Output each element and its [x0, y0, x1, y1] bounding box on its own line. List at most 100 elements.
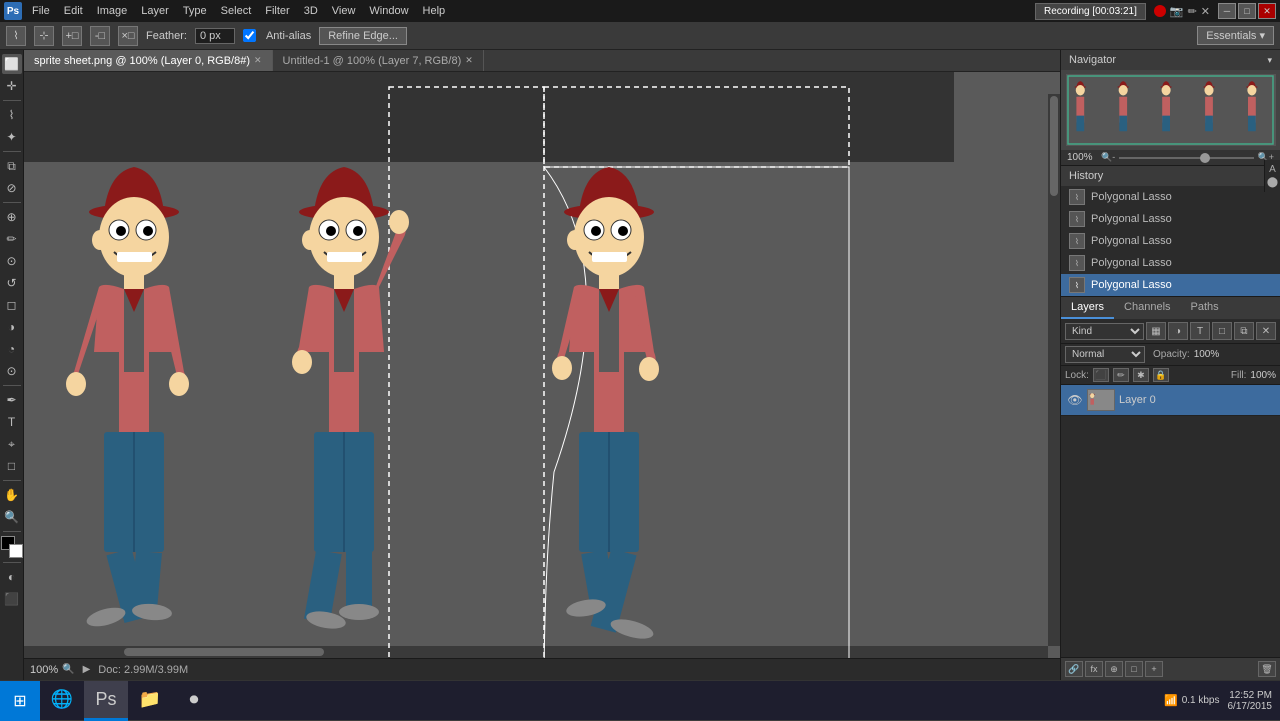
start-button[interactable]: ⊞ [0, 681, 40, 721]
close-tab-spritesheet[interactable]: ✕ [254, 55, 262, 66]
layer-row-0[interactable]: 👁 Layer 0 [1061, 385, 1280, 416]
close-button[interactable]: ✕ [1258, 3, 1276, 19]
history-item-2[interactable]: ⌇ Polygonal Lasso [1061, 208, 1280, 230]
canvas-wrapper[interactable] [24, 72, 1060, 658]
healing-tool[interactable]: ⊕ [2, 207, 22, 227]
intersect-icon[interactable]: ×□ [118, 26, 138, 46]
menu-type[interactable]: Type [177, 3, 213, 19]
link-layers-button[interactable]: 🔗 [1065, 661, 1083, 677]
menu-edit[interactable]: Edit [58, 3, 89, 19]
layers-tool-filter[interactable]: ▦ [1146, 322, 1166, 340]
menu-view[interactable]: View [326, 3, 362, 19]
zoom-tool[interactable]: 🔍 [2, 507, 22, 527]
brush-icon[interactable]: ✏ [1188, 5, 1197, 18]
new-fill-button[interactable]: ⊕ [1105, 661, 1123, 677]
tab-paths[interactable]: Paths [1181, 297, 1229, 319]
history-brush-tool[interactable]: ↺ [2, 273, 22, 293]
play-button[interactable]: ▶ [83, 664, 91, 675]
menu-filter[interactable]: Filter [259, 3, 295, 19]
type-tool[interactable]: T [2, 412, 22, 432]
history-item-3[interactable]: ⌇ Polygonal Lasso [1061, 230, 1280, 252]
feather-input[interactable] [195, 28, 235, 44]
menu-file[interactable]: File [26, 3, 56, 19]
history-header[interactable]: History ▾ [1061, 166, 1280, 186]
horizontal-scroll-thumb[interactable] [124, 648, 324, 656]
layers-kind-dropdown[interactable]: Kind [1065, 323, 1144, 340]
canvas-tab-spritesheet[interactable]: sprite sheet.png @ 100% (Layer 0, RGB/8#… [24, 50, 273, 71]
layer-fx-button[interactable]: fx [1085, 661, 1103, 677]
close-tab-untitled[interactable]: ✕ [465, 55, 473, 66]
quick-mask-tool[interactable]: ◐ [2, 567, 22, 587]
menu-image[interactable]: Image [91, 3, 134, 19]
refine-edge-button[interactable]: Refine Edge... [319, 27, 407, 45]
anti-alias-checkbox[interactable] [243, 29, 256, 42]
stamp-tool[interactable]: ⊙ [2, 251, 22, 271]
canvas-tab-untitled[interactable]: Untitled-1 @ 100% (Layer 7, RGB/8) ✕ [273, 50, 484, 71]
minimize-button[interactable]: ─ [1218, 3, 1236, 19]
taskbar-explorer[interactable]: 📁 [128, 681, 172, 721]
tab-channels[interactable]: Channels [1114, 297, 1180, 319]
zoom-out-icon[interactable]: 🔍- [1101, 152, 1115, 163]
foreground-background-colors[interactable] [1, 536, 23, 558]
lock-position-icon[interactable]: ✱ [1133, 368, 1149, 382]
menu-help[interactable]: Help [417, 3, 452, 19]
path-tool[interactable]: ⌖ [2, 434, 22, 454]
layers-tool-toggle[interactable]: ✕ [1256, 322, 1276, 340]
brush-tool[interactable]: ✏ [2, 229, 22, 249]
taskbar-record[interactable]: ⏺ [172, 681, 216, 721]
layers-tool-smart[interactable]: ⧉ [1234, 322, 1254, 340]
layers-tool-type[interactable]: T [1190, 322, 1210, 340]
subtract-icon[interactable]: -□ [90, 26, 110, 46]
lock-all-icon[interactable]: 🔒 [1153, 368, 1169, 382]
new-group-button[interactable]: □ [1125, 661, 1143, 677]
pen-tool[interactable]: ✒ [2, 390, 22, 410]
layer-visibility-toggle[interactable]: 👁 [1067, 392, 1083, 408]
horizontal-scrollbar[interactable] [24, 646, 1048, 658]
delete-layer-button[interactable]: 🗑 [1258, 661, 1276, 677]
close-recording-icon[interactable]: ✕ [1201, 5, 1210, 18]
move-tool[interactable]: ✛ [2, 76, 22, 96]
menu-layer[interactable]: Layer [135, 3, 175, 19]
lock-image-icon[interactable]: ✏ [1113, 368, 1129, 382]
history-item-4[interactable]: ⌇ Polygonal Lasso [1061, 252, 1280, 274]
crop-tool[interactable]: ⧉ [2, 156, 22, 176]
history-item-1[interactable]: ⌇ Polygonal Lasso [1061, 186, 1280, 208]
record-dot[interactable] [1154, 5, 1166, 17]
navigator-header[interactable]: Navigator ▾ [1061, 50, 1280, 70]
layers-tool-adjustment[interactable]: ◑ [1168, 322, 1188, 340]
gradient-tool[interactable]: ◑ [2, 317, 22, 337]
panel-color-icon[interactable]: ⬤ [1267, 177, 1278, 188]
navigator-zoom-handle[interactable] [1200, 153, 1210, 163]
layers-tool-shape[interactable]: □ [1212, 322, 1232, 340]
maximize-button[interactable]: □ [1238, 3, 1256, 19]
add-icon[interactable]: +□ [62, 26, 82, 46]
layer-mode-dropdown[interactable]: Normal [1065, 346, 1145, 363]
navigator-zoom-slider[interactable] [1119, 157, 1253, 159]
menu-3d[interactable]: 3D [298, 3, 324, 19]
lasso-tool[interactable]: ⌇ [2, 105, 22, 125]
dodge-tool[interactable]: ⊙ [2, 361, 22, 381]
panel-collapse-icon[interactable]: A [1269, 164, 1276, 175]
new-layer-button[interactable]: + [1145, 661, 1163, 677]
shape-tool[interactable]: □ [2, 456, 22, 476]
background-color[interactable] [9, 544, 23, 558]
lasso-tool-icon[interactable]: ⌇ [6, 26, 26, 46]
navigator-collapse-icon[interactable]: ▾ [1267, 55, 1272, 66]
vertical-scroll-thumb[interactable] [1050, 96, 1058, 196]
blur-tool[interactable]: ◔ [2, 339, 22, 359]
menu-window[interactable]: Window [363, 3, 414, 19]
selection-tool[interactable]: ⬜ [2, 54, 22, 74]
taskbar-chrome[interactable]: 🌐 [40, 681, 84, 721]
tab-layers[interactable]: Layers [1061, 297, 1114, 319]
screen-mode-tool[interactable]: ⬛ [2, 589, 22, 609]
lock-transparent-icon[interactable]: ⬛ [1093, 368, 1109, 382]
magic-wand-tool[interactable]: ✦ [2, 127, 22, 147]
vertical-scrollbar[interactable] [1048, 94, 1060, 646]
zoom-icon[interactable]: 🔍 [62, 664, 74, 675]
history-item-5[interactable]: ⌇ Polygonal Lasso [1061, 274, 1280, 296]
taskbar-photoshop[interactable]: Ps [84, 681, 128, 721]
menu-select[interactable]: Select [215, 3, 258, 19]
eraser-tool[interactable]: ◻ [2, 295, 22, 315]
camera-icon[interactable]: 📷 [1170, 5, 1184, 18]
hand-tool[interactable]: ✋ [2, 485, 22, 505]
